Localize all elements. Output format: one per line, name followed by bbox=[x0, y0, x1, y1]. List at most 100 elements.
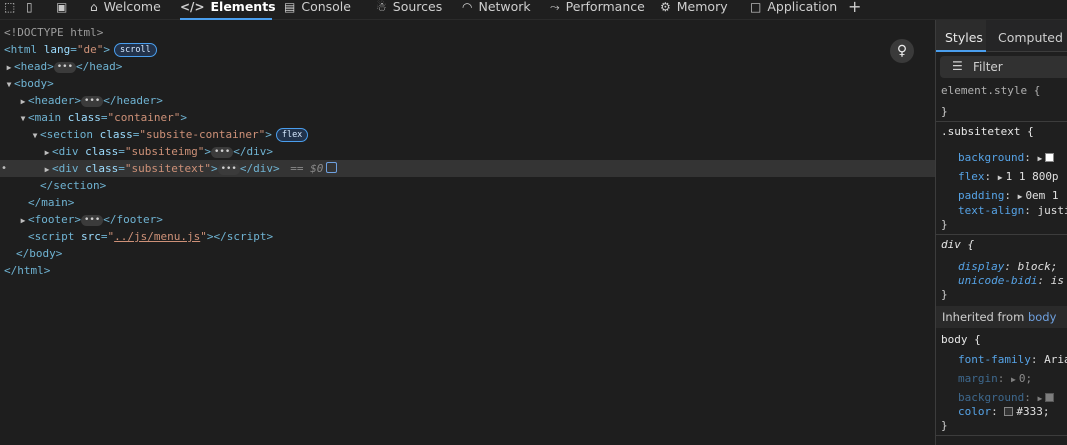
dom-line-html-close[interactable]: </html> bbox=[0, 262, 935, 279]
flex-badge[interactable]: flex bbox=[275, 128, 309, 142]
tab-welcome[interactable]: ⌂ Welcome bbox=[90, 0, 161, 20]
prop-display[interactable]: display: block; bbox=[958, 259, 1057, 274]
expand-triangle-icon[interactable]: ▶ bbox=[4, 59, 14, 76]
element-style-selector[interactable]: element.style { bbox=[941, 83, 1040, 98]
tag-name: div bbox=[246, 145, 267, 158]
inherited-from-link[interactable]: body bbox=[1028, 310, 1056, 324]
expand-triangle-icon[interactable]: ▶ bbox=[18, 93, 28, 110]
prop-name: unicode-bidi bbox=[958, 274, 1038, 287]
dom-line-footer[interactable]: ▶ <footer> ••• </footer> bbox=[0, 211, 935, 228]
dom-line-main[interactable]: ▼ <main class="container"> bbox=[0, 109, 935, 126]
tab-console[interactable]: ▤ Console bbox=[284, 0, 351, 20]
prop-unicode-bidi[interactable]: unicode-bidi: is bbox=[958, 273, 1064, 288]
dom-line-div-subsitetext-selected[interactable]: • ▶ <div class="subsitetext"> ••• </div> ==… bbox=[0, 160, 935, 177]
divider bbox=[936, 435, 1067, 436]
dock-icon[interactable]: ▣ bbox=[56, 0, 67, 16]
prop-name: background bbox=[958, 151, 1025, 164]
console-reference: == $0 bbox=[290, 162, 324, 175]
expand-triangle-icon[interactable]: ▶ bbox=[42, 161, 52, 178]
device-toolbar-icon[interactable]: ▯ bbox=[26, 0, 33, 16]
tab-label: Network bbox=[478, 0, 531, 14]
dom-line-section[interactable]: ▼ <section class="subsite-container"> flex bbox=[0, 126, 935, 143]
prop-padding[interactable]: padding: ▶ 0em 1 bbox=[958, 188, 1059, 203]
dom-line-html[interactable]: <html lang="de"> scroll bbox=[0, 41, 935, 58]
dom-line-script[interactable]: <script src="../js/menu.js"></script> bbox=[0, 228, 935, 245]
add-tab-button[interactable]: + bbox=[848, 0, 861, 20]
filter-placeholder: Filter bbox=[973, 60, 1003, 74]
dom-line-div-subsiteimg[interactable]: ▶ <div class="subsiteimg"> ••• </div> bbox=[0, 143, 935, 160]
attr-name: lang bbox=[43, 43, 71, 56]
close-brace: } bbox=[941, 419, 948, 432]
dom-line-doctype[interactable]: <!DOCTYPE html> bbox=[0, 24, 935, 41]
tab-label: Welcome bbox=[103, 0, 161, 14]
divider bbox=[936, 234, 1067, 235]
collapse-triangle-icon[interactable]: ▼ bbox=[18, 110, 28, 127]
expand-triangle-icon[interactable]: ▶ bbox=[1037, 154, 1042, 163]
prop-value: justi bbox=[1037, 204, 1067, 217]
dom-line-body[interactable]: ▼ <body> bbox=[0, 75, 935, 92]
tag-name: div bbox=[253, 162, 273, 175]
expand-triangle-icon[interactable]: ▶ bbox=[42, 144, 52, 161]
prop-color[interactable]: color: #333; bbox=[958, 404, 1050, 419]
expand-triangle-icon[interactable]: ▶ bbox=[1037, 394, 1042, 403]
expand-triangle-icon[interactable]: ▶ bbox=[1018, 192, 1023, 201]
tag-name: script bbox=[226, 230, 267, 243]
scroll-badge[interactable]: scroll bbox=[114, 43, 157, 57]
accessibility-icon[interactable]: ♀ bbox=[890, 39, 914, 63]
collapse-triangle-icon[interactable]: ▼ bbox=[30, 127, 40, 144]
rule-selector-subsitetext[interactable]: .subsitetext { bbox=[941, 124, 1034, 139]
color-swatch[interactable] bbox=[1045, 153, 1055, 162]
expand-triangle-icon[interactable]: ▶ bbox=[1011, 375, 1016, 384]
expand-triangle-icon[interactable]: ▶ bbox=[18, 212, 28, 229]
tab-network[interactable]: ◠ Network bbox=[462, 0, 531, 20]
dom-line-section-close[interactable]: </section> bbox=[0, 177, 935, 194]
memory-icon: ⚙ bbox=[660, 0, 671, 14]
tag-name: section bbox=[53, 179, 100, 192]
ellipsis-icon[interactable]: ••• bbox=[217, 164, 240, 175]
dom-line-body-close[interactable]: </body> bbox=[0, 245, 935, 262]
divider bbox=[936, 121, 1067, 122]
prop-name: flex bbox=[958, 170, 985, 183]
tab-application[interactable]: □ Application bbox=[750, 0, 837, 20]
prop-background-inherited[interactable]: background: ▶ bbox=[958, 390, 1057, 405]
tab-performance[interactable]: ⤳ Performance bbox=[550, 0, 645, 20]
tag-name: head bbox=[89, 60, 116, 73]
prop-name: margin bbox=[958, 372, 998, 385]
tag-name: footer bbox=[116, 213, 157, 226]
attr-name: class bbox=[85, 145, 119, 158]
tab-styles[interactable]: Styles bbox=[945, 30, 983, 45]
prop-value: block; bbox=[1017, 260, 1058, 273]
dom-line-head[interactable]: ▶ <head> ••• </head> bbox=[0, 58, 935, 75]
tab-computed[interactable]: Computed bbox=[998, 30, 1063, 45]
expand-triangle-icon[interactable]: ▶ bbox=[998, 173, 1003, 182]
attr-value: "de" bbox=[76, 43, 104, 56]
ellipsis-icon[interactable]: ••• bbox=[53, 62, 77, 73]
dom-line-header[interactable]: ▶ <header> ••• </header> bbox=[0, 92, 935, 109]
tab-sources[interactable]: ☃ Sources bbox=[376, 0, 442, 20]
prop-flex[interactable]: flex: ▶ 1 1 800p bbox=[958, 169, 1059, 184]
rule-selector-div[interactable]: div { bbox=[941, 237, 974, 252]
color-swatch[interactable] bbox=[1004, 407, 1014, 416]
prop-value: Aria bbox=[1044, 353, 1067, 366]
color-swatch[interactable] bbox=[1045, 393, 1055, 402]
filter-input[interactable]: ☰ Filter bbox=[940, 56, 1067, 78]
close-brace: } bbox=[941, 105, 948, 118]
inspect-icon[interactable]: ⬚ bbox=[4, 0, 15, 16]
attr-name: class bbox=[85, 162, 119, 175]
copy-icon[interactable] bbox=[326, 162, 338, 173]
rule-selector-body[interactable]: body { bbox=[941, 332, 981, 347]
prop-margin[interactable]: margin: ▶ 0; bbox=[958, 371, 1032, 386]
prop-background[interactable]: background: ▶ bbox=[958, 150, 1057, 165]
prop-font-family[interactable]: font-family: Aria bbox=[958, 352, 1067, 367]
tab-elements[interactable]: </> Elements bbox=[180, 0, 276, 20]
ellipsis-icon[interactable]: ••• bbox=[81, 215, 104, 226]
script-src-link[interactable]: ../js/menu.js bbox=[114, 230, 200, 243]
ellipsis-icon[interactable]: ••• bbox=[210, 147, 234, 158]
collapse-triangle-icon[interactable]: ▼ bbox=[4, 76, 14, 93]
home-icon: ⌂ bbox=[90, 0, 98, 14]
dom-line-main-close[interactable]: </main> bbox=[0, 194, 935, 211]
tag-name: div bbox=[58, 145, 79, 158]
ellipsis-icon[interactable]: ••• bbox=[81, 96, 104, 107]
prop-text-align[interactable]: text-align: justi bbox=[958, 203, 1067, 218]
tab-memory[interactable]: ⚙ Memory bbox=[660, 0, 728, 20]
